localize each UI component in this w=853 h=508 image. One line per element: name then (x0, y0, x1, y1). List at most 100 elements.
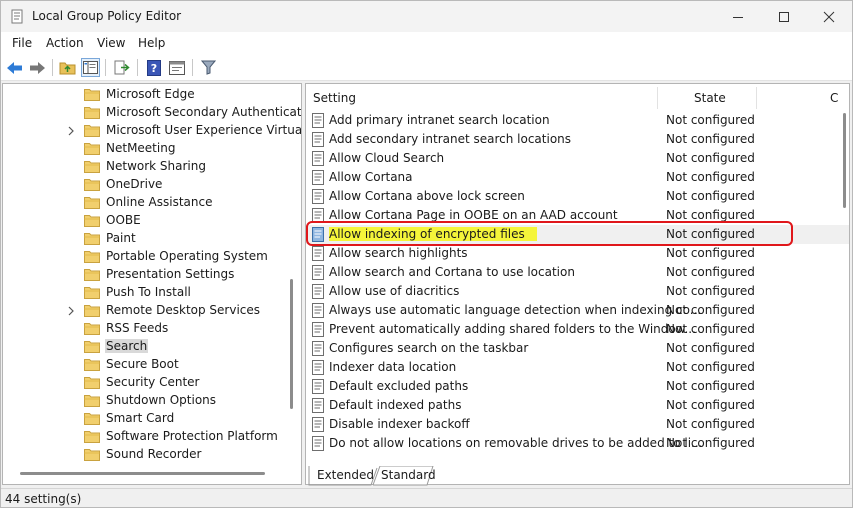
setting-row[interactable]: Allow search and Cortana to use location… (306, 263, 849, 282)
policy-setting-icon (312, 322, 324, 337)
setting-row[interactable]: Do not allow locations on removable driv… (306, 434, 849, 453)
up-one-level-button[interactable] (58, 58, 77, 77)
setting-state: Not configured (666, 151, 755, 165)
setting-name: Allow search highlights (329, 246, 468, 260)
forward-arrow-icon (30, 61, 45, 74)
back-button[interactable] (5, 58, 24, 77)
folder-icon (84, 413, 100, 425)
toolbar: ? (1, 54, 852, 81)
setting-name: Allow Cortana Page in OOBE on an AAD acc… (329, 208, 618, 222)
setting-row[interactable]: Allow Cortana above lock screen Not confi… (306, 187, 849, 206)
setting-row[interactable]: Prevent automatically adding shared fold… (306, 320, 849, 339)
tree-vertical-scrollbar[interactable] (290, 279, 293, 409)
tree-item-label: Microsoft Edge (106, 87, 195, 101)
folder-icon (84, 197, 100, 209)
setting-row[interactable]: Indexer data location Not configured (306, 358, 849, 377)
setting-row[interactable]: Allow Cloud Search Not configured (306, 149, 849, 168)
tree-item[interactable]: NetMeeting (3, 140, 293, 158)
setting-name: Add secondary intranet search locations (329, 132, 572, 146)
folder-icon (84, 449, 100, 461)
policy-setting-icon (312, 303, 324, 318)
tree-item[interactable]: Online Assistance (3, 194, 293, 212)
setting-row[interactable]: Add primary intranet search location Not … (306, 111, 849, 130)
setting-state: Not configured (666, 398, 755, 412)
tree-item[interactable]: Shutdown Options (3, 392, 293, 410)
tree-pane[interactable]: Microsoft Edge Microsoft Secondary Authen… (2, 83, 302, 485)
export-list-button[interactable] (112, 58, 131, 77)
tree-item[interactable]: RSS Feeds (3, 320, 293, 338)
menu-action[interactable]: Action (46, 36, 84, 50)
setting-name: Do not allow locations on removable driv… (329, 436, 703, 450)
tree-item[interactable]: OneDrive (3, 176, 293, 194)
setting-row[interactable]: Always use automatic language detection … (306, 301, 849, 320)
setting-state: Not configured (666, 189, 755, 203)
tree-item-label: Sound Recorder (106, 447, 202, 461)
forward-button[interactable] (28, 58, 47, 77)
tree-item[interactable]: Search (3, 338, 293, 356)
help-button[interactable]: ? (144, 58, 163, 77)
tree-item[interactable]: Portable Operating System (3, 248, 293, 266)
filter-button[interactable] (199, 58, 218, 77)
window-title: Local Group Policy Editor (32, 9, 182, 23)
filter-icon (201, 60, 216, 75)
policy-setting-icon (312, 360, 324, 375)
gpedit-window: Local Group Policy Editor File Action Vi… (0, 0, 853, 508)
policy-setting-icon (312, 132, 324, 147)
menu-view[interactable]: View (97, 36, 125, 50)
setting-name: Allow use of diacritics (329, 284, 460, 298)
setting-row[interactable]: Configures search on the taskbar Not conf… (306, 339, 849, 358)
tree-item[interactable]: OOBE (3, 212, 293, 230)
tree-item[interactable]: Remote Desktop Services (3, 302, 293, 320)
tree-item-label: Secure Boot (106, 357, 179, 371)
expand-chevron-icon[interactable] (67, 306, 75, 316)
tree-item[interactable]: Microsoft Secondary Authenticati (3, 104, 301, 122)
tree-item-label: Microsoft Secondary Authenticati (106, 105, 302, 119)
tree-item[interactable]: Microsoft User Experience Virtuali (3, 122, 301, 140)
folder-icon (84, 215, 100, 227)
expand-chevron-icon[interactable] (67, 126, 75, 136)
menu-help[interactable]: Help (138, 36, 165, 50)
tree-item[interactable]: Software Protection Platform (3, 428, 293, 446)
tree-item[interactable]: Presentation Settings (3, 266, 293, 284)
folder-icon (84, 377, 100, 389)
setting-state: Not configured (666, 322, 755, 336)
tree-item[interactable]: Security Center (3, 374, 293, 392)
properties-icon (168, 60, 185, 75)
tree-item[interactable]: Network Sharing (3, 158, 293, 176)
column-header-comment[interactable]: C (757, 84, 849, 109)
tab-standard[interactable]: Standard (377, 466, 437, 485)
setting-row[interactable]: Default excluded paths Not configured (306, 377, 849, 396)
show-hide-tree-button[interactable] (81, 58, 100, 77)
setting-row[interactable]: Allow search highlights Not configured (306, 244, 849, 263)
tree-item[interactable]: Push To Install (3, 284, 293, 302)
tree-item[interactable]: Smart Card (3, 410, 293, 428)
setting-row[interactable]: Disable indexer backoff Not configured (306, 415, 849, 434)
tab-extended[interactable]: Extended (313, 466, 374, 485)
list-vertical-scrollbar[interactable] (843, 113, 846, 208)
column-header-state[interactable]: State (658, 84, 756, 109)
setting-row[interactable]: Allow use of diacritics Not configured (306, 282, 849, 301)
tree-item[interactable]: Paint (3, 230, 293, 248)
title-bar[interactable]: Local Group Policy Editor (1, 1, 852, 32)
tree-item[interactable]: Secure Boot (3, 356, 293, 374)
tree-item-label: Portable Operating System (106, 249, 268, 263)
close-button[interactable] (806, 1, 852, 32)
folder-icon (84, 107, 100, 119)
tree-item[interactable]: Sound Recorder (3, 446, 293, 464)
setting-row[interactable]: Allow Cortana Page in OOBE on an AAD acc… (306, 206, 849, 225)
maximize-button[interactable] (761, 1, 807, 32)
setting-row[interactable]: Default indexed paths Not configured (306, 396, 849, 415)
properties-button[interactable] (167, 58, 186, 77)
setting-state: Not configured (666, 379, 755, 393)
minimize-button[interactable] (715, 1, 761, 32)
tree-horizontal-scrollbar[interactable] (20, 472, 265, 475)
setting-row[interactable]: Allow indexing of encrypted files Not con… (306, 225, 849, 244)
setting-row[interactable]: Allow Cortana Not configured (306, 168, 849, 187)
tree-item[interactable]: Microsoft Edge (3, 86, 293, 104)
settings-list-pane[interactable]: Setting State C Add primary intranet sea… (305, 83, 850, 485)
status-setting-count: 44 setting(s) (5, 492, 82, 506)
setting-row[interactable]: Add secondary intranet search locations N… (306, 130, 849, 149)
menu-file[interactable]: File (12, 36, 32, 50)
column-header-setting[interactable]: Setting (306, 84, 657, 109)
setting-name: Default indexed paths (329, 398, 462, 412)
